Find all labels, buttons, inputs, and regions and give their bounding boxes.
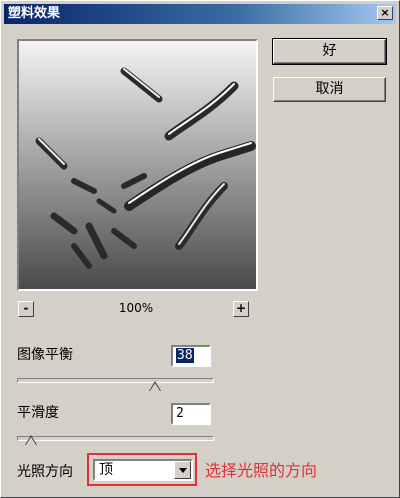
image-balance-value: 38 bbox=[176, 348, 194, 363]
image-balance-label: 图像平衡 bbox=[17, 347, 73, 363]
minus-icon: - bbox=[23, 301, 29, 315]
image-balance-input[interactable]: 38 bbox=[171, 345, 211, 367]
cancel-button[interactable]: 取消 bbox=[273, 77, 386, 102]
image-balance-slider-thumb[interactable] bbox=[148, 381, 161, 391]
close-icon: × bbox=[380, 6, 390, 19]
smoothness-value: 2 bbox=[176, 406, 184, 421]
zoom-level: 100% bbox=[118, 301, 154, 315]
light-direction-value: 顶 bbox=[99, 462, 113, 478]
smoothness-slider-track[interactable] bbox=[17, 436, 214, 441]
plus-icon: + bbox=[235, 301, 247, 315]
zoom-out-button[interactable]: - bbox=[18, 301, 34, 317]
image-balance-slider-track[interactable] bbox=[17, 378, 214, 383]
preview-image bbox=[19, 41, 256, 289]
light-direction-label: 光照方向 bbox=[17, 464, 73, 480]
preview-pane[interactable] bbox=[17, 39, 258, 291]
annotation-text: 选择光照的方向 bbox=[205, 461, 318, 480]
title-bar: 塑料效果 × bbox=[4, 4, 396, 24]
plastic-effect-dialog: 塑料效果 × 好 取消 - 100% + 图像平衡 38 平滑度 2 光照方向 … bbox=[0, 0, 400, 498]
ok-button[interactable]: 好 bbox=[272, 38, 387, 65]
chevron-down-icon[interactable] bbox=[174, 461, 191, 479]
smoothness-slider-thumb[interactable] bbox=[24, 435, 37, 445]
cancel-button-label: 取消 bbox=[315, 81, 344, 97]
smoothness-input[interactable]: 2 bbox=[171, 403, 211, 425]
close-button[interactable]: × bbox=[377, 6, 393, 20]
light-direction-select[interactable]: 顶 bbox=[93, 459, 193, 481]
ok-button-label: 好 bbox=[322, 43, 337, 59]
dialog-title: 塑料效果 bbox=[8, 6, 61, 21]
zoom-in-button[interactable]: + bbox=[233, 301, 249, 317]
smoothness-label: 平滑度 bbox=[17, 405, 59, 421]
